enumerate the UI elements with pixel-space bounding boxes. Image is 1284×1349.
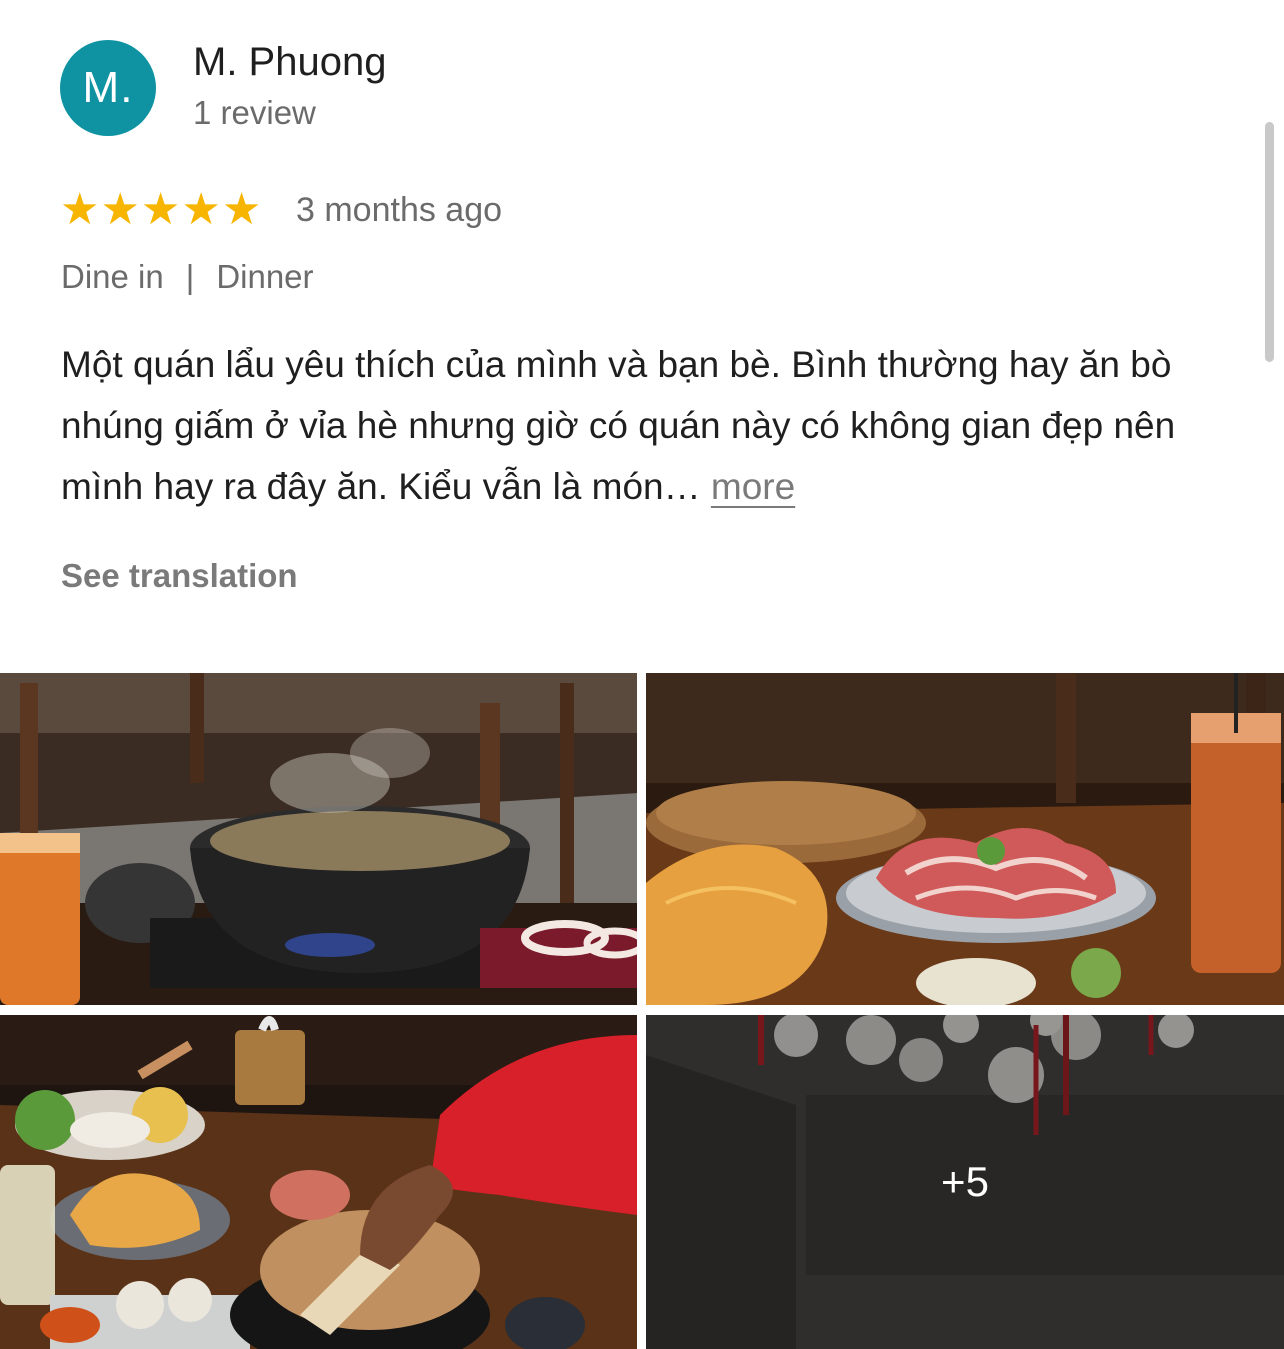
review-time: 3 months ago [296,191,503,229]
more-photos-tile[interactable]: +5 [646,1015,1284,1349]
star-icon: ★ [60,184,100,235]
review-body: Một quán lẩu yêu thích của mình và bạn b… [61,344,1176,507]
photo-beef-platter-image [646,673,1284,1005]
tag-separator: | [185,258,195,295]
review-text: Một quán lẩu yêu thích của mình và bạn b… [61,334,1241,517]
more-link[interactable]: more [711,466,795,507]
see-translation-link[interactable]: See translation [61,557,298,595]
star-icon: ★ [140,184,181,235]
more-photos-count: +5 [646,1015,1284,1349]
star-icon: ★ [181,184,221,235]
reviewer-name[interactable]: M. Phuong [193,40,386,85]
review-photo[interactable] [0,1015,637,1349]
avatar[interactable]: M. [60,40,156,136]
avatar-initials: M. [82,63,134,112]
star-icon: ★ [100,184,140,235]
review-count: 1 review [193,94,316,131]
star-rating: ★ ★ ★ ★ ★ [60,186,261,234]
review-photo[interactable] [0,673,637,1005]
review-photo[interactable] [646,673,1284,1005]
photo-hotpot-image [0,673,637,1005]
scrollbar[interactable] [1265,122,1274,362]
tag-meal: Dinner [216,258,314,295]
star-icon: ★ [221,184,262,235]
review-card: M. M. Phuong 1 review ★ ★ ★ ★ ★ 3 months… [0,0,1284,1349]
tag-service: Dine in [61,258,164,295]
review-tags: Dine in | Dinner [61,258,314,296]
photo-hotpot-lid-image [0,1015,637,1349]
